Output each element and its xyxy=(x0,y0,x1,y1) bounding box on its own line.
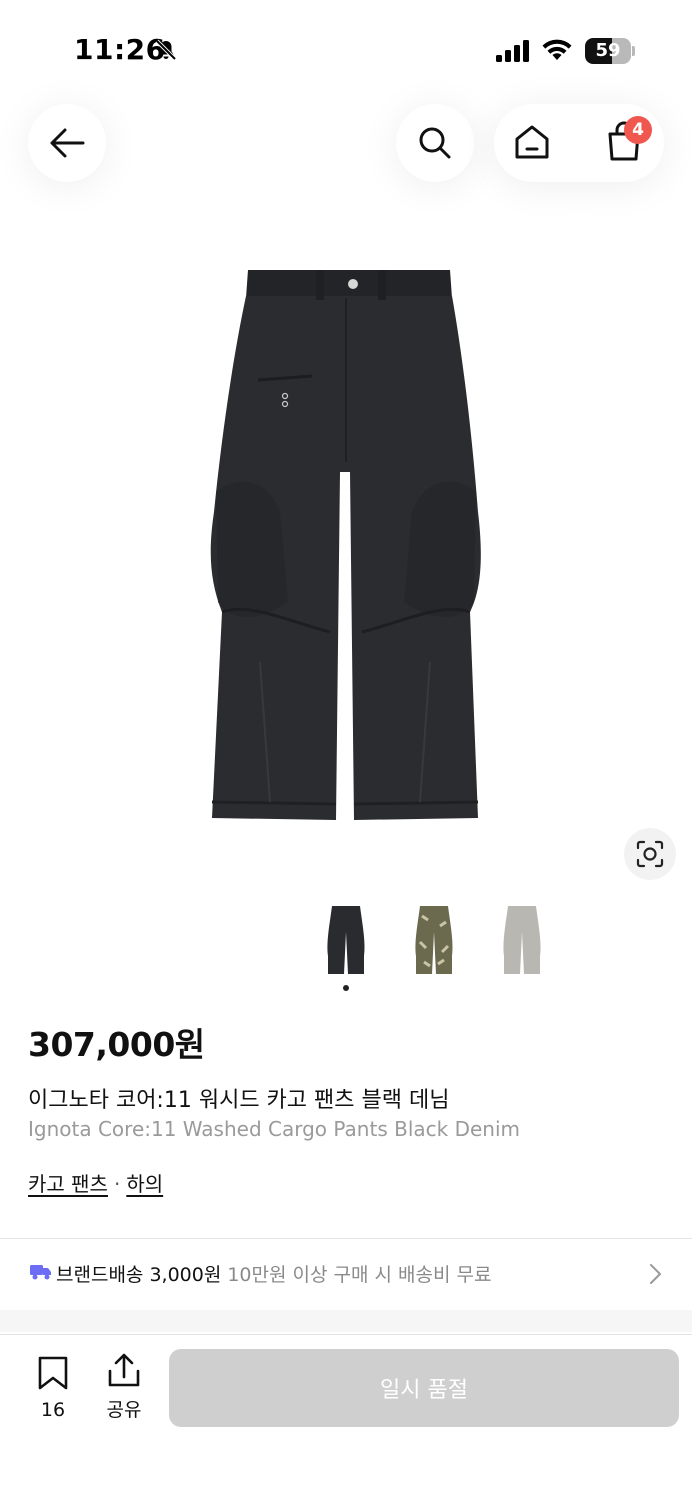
truck-icon xyxy=(30,1264,52,1284)
search-button[interactable] xyxy=(396,104,474,182)
status-time: 11:26 xyxy=(74,33,166,66)
home-icon xyxy=(515,125,549,159)
status-bar: 11:26 59 xyxy=(0,0,692,100)
arrow-left-icon xyxy=(50,128,85,158)
product-price: 307,000원 xyxy=(28,1025,205,1064)
shipping-fee-label: 브랜드배송 3,000원 xyxy=(56,1264,222,1286)
thumbnail-black[interactable] xyxy=(318,902,374,978)
shipping-info-row[interactable]: 브랜드배송 3,000원 10만원 이상 구매 시 배송비 무료 xyxy=(0,1238,692,1308)
share-button[interactable]: 공유 xyxy=(98,1353,150,1422)
category-breadcrumb: 카고 팬츠 · 하의 xyxy=(28,1168,163,1197)
bell-off-icon xyxy=(154,38,178,66)
bookmark-icon xyxy=(38,1356,68,1390)
product-name-korean: 이그노타 코어:11 워시드 카고 팬츠 블랙 데님 xyxy=(28,1088,450,1113)
free-shipping-note: 10만원 이상 구매 시 배송비 무료 xyxy=(227,1264,492,1286)
battery-indicator: 59 xyxy=(585,38,631,64)
back-button[interactable] xyxy=(28,104,106,182)
search-icon xyxy=(419,127,451,159)
cellular-signal-icon xyxy=(496,40,530,66)
color-thumbnails xyxy=(0,902,692,982)
thumbnail-camo[interactable] xyxy=(406,902,462,978)
category-link-bottoms[interactable]: 하의 xyxy=(126,1172,163,1196)
category-separator: · xyxy=(113,1172,121,1196)
wifi-icon xyxy=(541,38,573,66)
visual-search-button[interactable] xyxy=(624,828,676,880)
cart-count-badge: 4 xyxy=(624,116,652,144)
bookmark-button[interactable]: 16 xyxy=(30,1355,76,1421)
product-image[interactable] xyxy=(200,262,492,828)
bookmark-count: 16 xyxy=(40,1399,66,1421)
battery-nub xyxy=(632,46,635,56)
product-name-english: Ignota Core:11 Washed Cargo Pants Black … xyxy=(28,1117,520,1141)
chevron-right-icon xyxy=(648,1262,662,1290)
home-button[interactable] xyxy=(512,122,552,166)
thumbnail-grey[interactable] xyxy=(494,902,550,978)
section-spacer xyxy=(0,1310,692,1332)
battery-percent: 59 xyxy=(595,40,621,61)
gallery-indicator-dot xyxy=(343,985,349,991)
share-label: 공유 xyxy=(106,1399,142,1421)
bottom-action-bar: 16 공유 일시 품절 xyxy=(0,1334,692,1500)
home-cart-pill: 4 xyxy=(494,104,664,182)
sold-out-button[interactable]: 일시 품절 xyxy=(169,1349,679,1427)
share-icon xyxy=(108,1353,140,1387)
category-link-cargo-pants[interactable]: 카고 팬츠 xyxy=(28,1172,108,1196)
shipping-text: 브랜드배송 3,000원 10만원 이상 구매 시 배송비 무료 xyxy=(56,1260,491,1287)
lens-scan-icon xyxy=(636,840,664,868)
